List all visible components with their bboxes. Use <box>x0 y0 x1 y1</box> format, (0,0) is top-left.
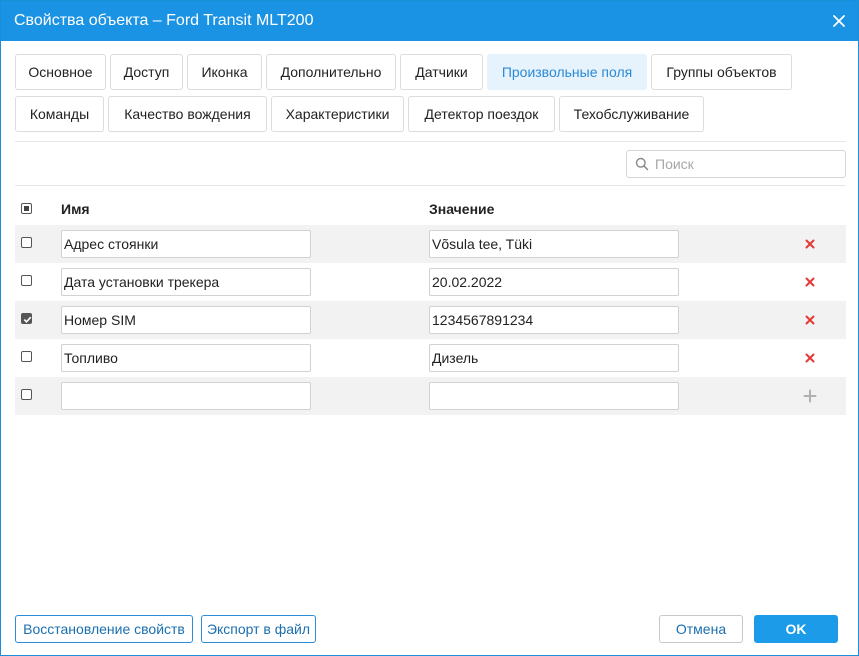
new-field-name-input[interactable] <box>61 382 311 410</box>
cancel-button[interactable]: Отмена <box>659 615 743 643</box>
field-name-input[interactable] <box>61 268 311 296</box>
tab-commands[interactable]: Команды <box>15 96 104 132</box>
field-name-input[interactable] <box>61 230 311 258</box>
tab-characteristics[interactable]: Характеристики <box>271 96 404 132</box>
tab-driving-quality[interactable]: Качество вождения <box>108 96 267 132</box>
field-name-input[interactable] <box>61 306 311 334</box>
field-value-input[interactable] <box>429 344 679 372</box>
dialog-title: Свойства объекта – Ford Transit MLT200 <box>14 12 314 29</box>
tab-dopolnitelno[interactable]: Дополнительно <box>266 54 396 90</box>
row-checkbox[interactable] <box>21 351 32 362</box>
column-header-value: Значение <box>429 201 495 217</box>
row-checkbox[interactable] <box>21 237 32 248</box>
restore-properties-button[interactable]: Восстановление свойств <box>15 615 193 643</box>
add-icon[interactable] <box>801 387 819 405</box>
table-row <box>15 263 846 301</box>
tab-ikonka[interactable]: Иконка <box>187 54 262 90</box>
export-to-file-button[interactable]: Экспорт в файл <box>201 615 316 643</box>
field-value-input[interactable] <box>429 230 679 258</box>
field-name-input[interactable] <box>61 344 311 372</box>
search-input[interactable] <box>655 154 840 174</box>
row-checkbox[interactable] <box>21 389 32 400</box>
delete-icon[interactable] <box>801 273 819 291</box>
table-row <box>15 301 846 339</box>
column-header-name: Имя <box>61 201 90 217</box>
table-row <box>15 225 846 263</box>
tab-custom-fields[interactable]: Произвольные поля <box>487 54 647 90</box>
search-icon <box>635 157 649 171</box>
header-separator <box>15 185 846 186</box>
row-checkbox[interactable] <box>21 275 32 286</box>
dialog-titlebar: Свойства объекта – Ford Transit MLT200 <box>1 1 858 41</box>
delete-icon[interactable] <box>801 235 819 253</box>
tab-datchiki[interactable]: Датчики <box>400 54 483 90</box>
table-row <box>15 339 846 377</box>
ok-button[interactable]: OK <box>754 615 838 643</box>
delete-icon[interactable] <box>801 349 819 367</box>
field-value-input[interactable] <box>429 306 679 334</box>
tab-maintenance[interactable]: Техобслуживание <box>559 96 704 132</box>
tab-trip-detector[interactable]: Детектор поездок <box>408 96 555 132</box>
checkmark-icon <box>23 316 32 323</box>
table-row-new <box>15 377 846 415</box>
row-checkbox[interactable] <box>21 313 32 324</box>
field-value-input[interactable] <box>429 268 679 296</box>
search-box <box>626 150 846 178</box>
tab-object-groups[interactable]: Группы объектов <box>651 54 792 90</box>
select-all-checkbox[interactable] <box>21 203 32 214</box>
new-field-value-input[interactable] <box>429 382 679 410</box>
tab-dostup[interactable]: Доступ <box>110 54 183 90</box>
object-properties-dialog: Свойства объекта – Ford Transit MLT200 О… <box>0 0 859 656</box>
close-icon[interactable] <box>828 10 850 32</box>
tabs-separator <box>15 141 846 142</box>
delete-icon[interactable] <box>801 311 819 329</box>
tab-osnovnoe[interactable]: Основное <box>15 54 106 90</box>
